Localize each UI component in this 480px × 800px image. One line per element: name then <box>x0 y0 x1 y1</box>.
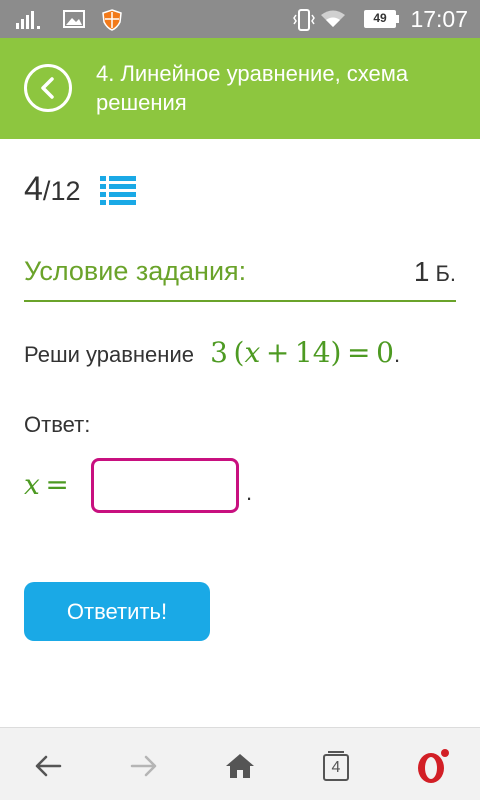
task-list-icon[interactable] <box>100 176 136 211</box>
forward-icon <box>130 755 157 777</box>
points-unit: Б. <box>435 261 456 286</box>
task-points: 1 Б. <box>414 256 456 288</box>
progress-current: 4 <box>24 170 43 208</box>
nav-forward-button[interactable] <box>120 742 168 790</box>
equation-coef: 3 <box>210 336 228 369</box>
image-icon <box>63 9 85 34</box>
divider <box>24 300 456 302</box>
wifi-icon <box>320 9 346 34</box>
nav-opera-menu-button[interactable] <box>408 742 456 790</box>
answer-row: x = . <box>24 458 464 514</box>
answer-var-letter: x <box>24 468 40 501</box>
back-arrow-icon <box>41 77 54 99</box>
opera-icon <box>418 749 449 783</box>
vibrate-icon <box>292 9 316 36</box>
equation-rhs: 0 <box>376 336 394 369</box>
app-header: 4. Линейное уравнение, схема решения <box>0 38 480 139</box>
shield-icon <box>102 9 122 36</box>
task-progress: 4 / 12 <box>24 170 80 210</box>
answer-label: Ответ: <box>24 412 91 437</box>
nav-back-button[interactable] <box>24 742 72 790</box>
nav-home-button[interactable] <box>216 742 264 790</box>
nav-tabs-button[interactable]: 4 <box>312 742 360 790</box>
points-value: 1 <box>413 256 430 287</box>
bottom-nav: 4 <box>0 727 480 800</box>
progress-separator: / <box>42 176 51 206</box>
tabs-count: 4 <box>331 759 341 776</box>
task-prompt: Реши уравнение <box>24 342 194 367</box>
back-button[interactable] <box>24 64 72 112</box>
task-heading: Условие задания: <box>24 256 247 286</box>
answer-variable: x = <box>24 468 69 501</box>
signal-icon <box>16 9 42 34</box>
equation-var: x <box>244 336 261 369</box>
status-time: 17:07 <box>410 6 468 32</box>
battery-icon: 49 <box>364 10 400 33</box>
equation: 3 (x + 14) = 0 <box>210 336 394 369</box>
home-icon <box>226 754 254 778</box>
page-title: 4. Линейное уравнение, схема решения <box>96 61 409 115</box>
battery-level: 49 <box>373 11 387 25</box>
status-bar: 49 17:07 <box>0 0 480 38</box>
submit-button[interactable]: Ответить! <box>24 582 210 641</box>
progress-total: 12 <box>50 176 81 206</box>
back-icon <box>35 755 62 777</box>
task-period: . <box>393 342 401 367</box>
answer-period: . <box>246 480 253 505</box>
tabs-icon: 4 <box>323 751 349 781</box>
equation-const: 14 <box>294 336 331 369</box>
answer-input[interactable] <box>91 458 239 513</box>
task-statement: Реши уравнение 3 (x + 14) = 0. <box>24 336 400 369</box>
